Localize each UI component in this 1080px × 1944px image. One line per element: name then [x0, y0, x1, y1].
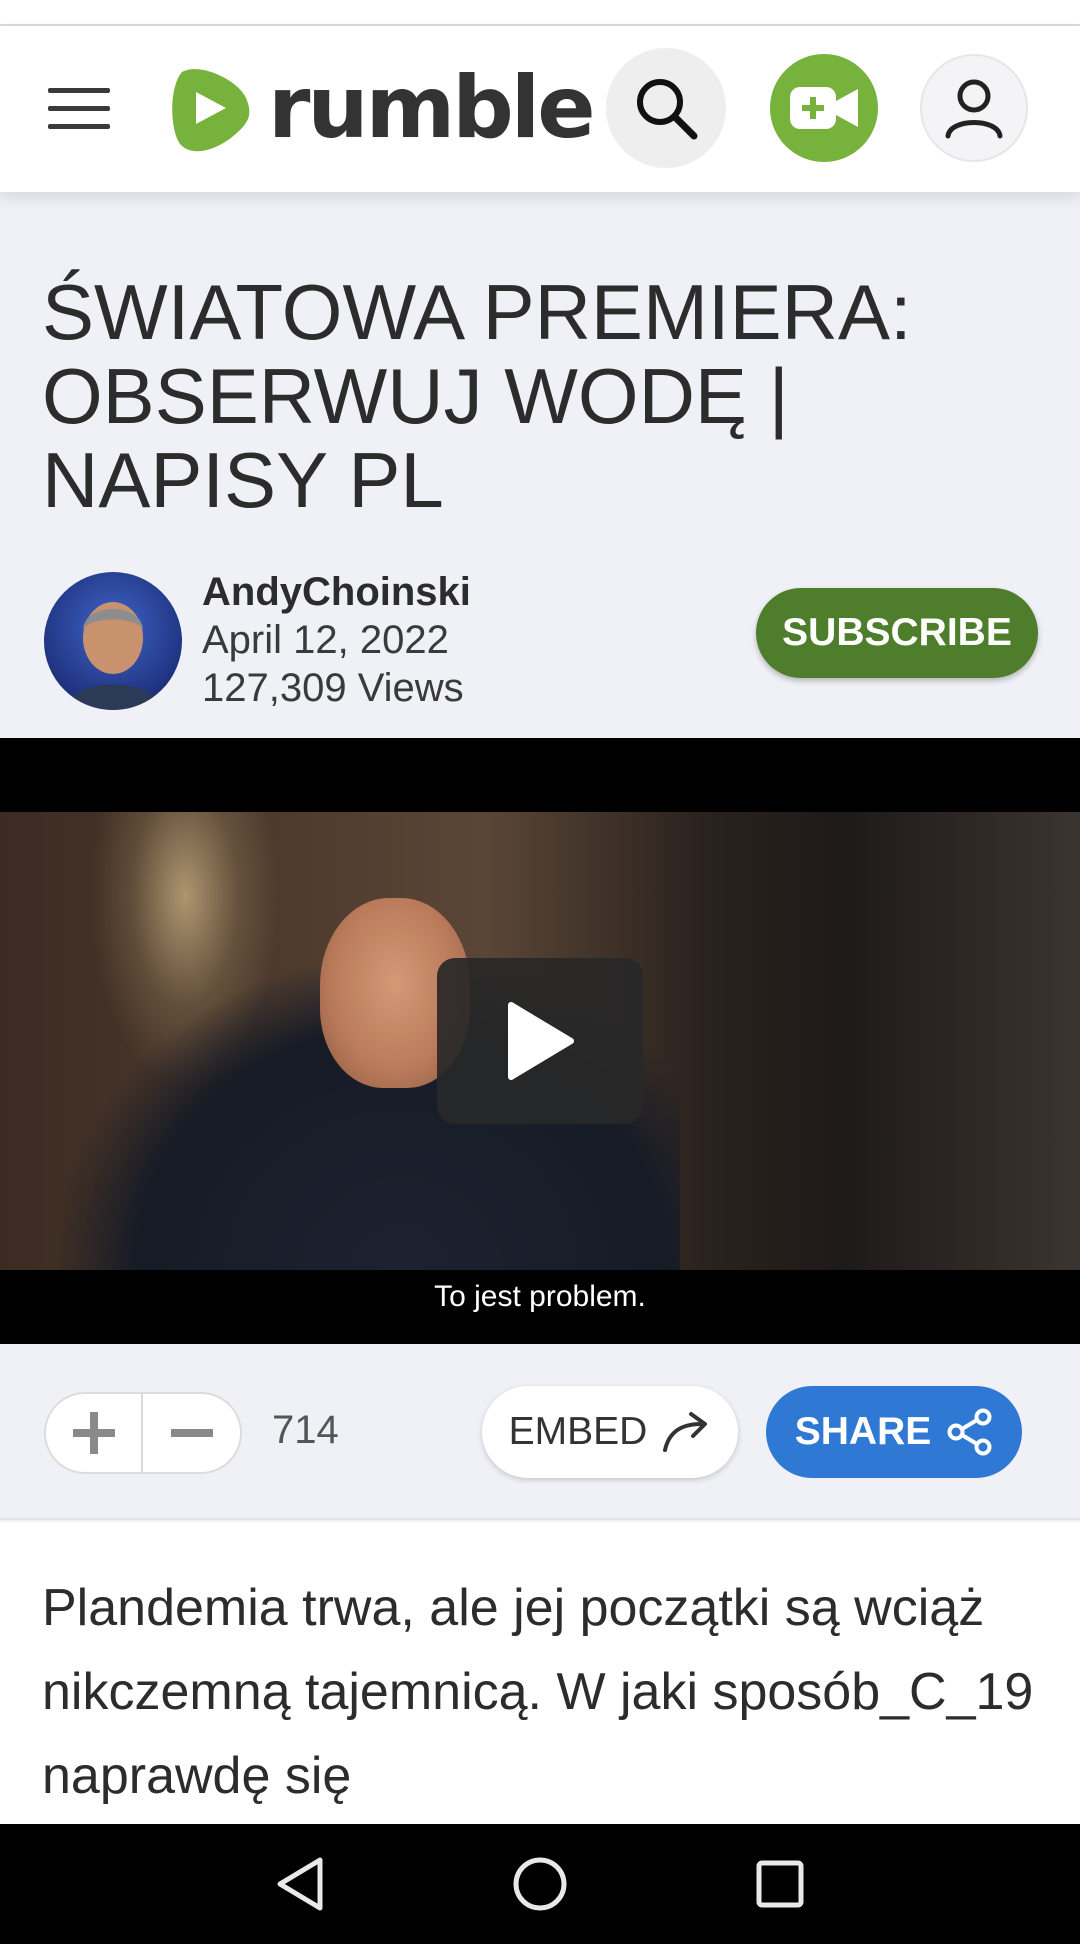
plus-icon	[72, 1412, 115, 1454]
minus-icon	[170, 1429, 213, 1437]
channel-avatar[interactable]	[44, 572, 182, 710]
vote-control	[44, 1392, 242, 1474]
home-glyph	[513, 1857, 567, 1911]
user-icon	[945, 79, 1003, 139]
video-actions-bar: 714 EMBED SHARE	[0, 1344, 1080, 1520]
top-header: rumble	[0, 26, 1080, 192]
video-description: Plandemia trwa, ale jej początki są wcią…	[0, 1522, 1080, 1824]
rumble-logo-icon	[172, 69, 250, 152]
share-label: SHARE	[794, 1410, 932, 1453]
subscribe-button[interactable]: SUBSCRIBE	[756, 588, 1038, 678]
avatar-image	[64, 602, 162, 710]
description-text: Plandemia trwa, ale jej początki są wcią…	[42, 1579, 1034, 1805]
status-bar	[0, 0, 1080, 26]
hamburger-menu-icon[interactable]	[48, 82, 112, 134]
search-button[interactable]	[606, 48, 726, 168]
video-player[interactable]: To jest problem.	[0, 738, 1080, 1344]
video-title: ŚWIATOWA PREMIERA: OBSERWUJ WODĘ | NAPIS…	[42, 268, 912, 524]
video-subtitle: To jest problem.	[434, 1280, 646, 1313]
downvote-button[interactable]	[143, 1394, 240, 1472]
share-nodes-icon	[947, 1408, 992, 1456]
system-navigation-bar	[0, 1824, 1080, 1944]
recents-square-icon[interactable]	[750, 1854, 810, 1914]
upload-video-button[interactable]	[770, 54, 878, 162]
account-button[interactable]	[920, 54, 1028, 162]
channel-name[interactable]: AndyChoinski	[202, 570, 471, 615]
share-button[interactable]: SHARE	[766, 1386, 1022, 1478]
back-glyph	[277, 1857, 323, 1911]
view-count: 127,309 Views	[202, 666, 464, 710]
recents-glyph	[756, 1860, 804, 1908]
video-camera-plus-icon	[790, 87, 858, 129]
rumble-logo[interactable]: rumble	[160, 58, 596, 158]
upvote-button[interactable]	[46, 1394, 144, 1472]
play-icon	[508, 1002, 574, 1080]
home-circle-icon[interactable]	[510, 1854, 570, 1914]
logo-text: rumble	[268, 58, 596, 158]
share-arrow-icon	[663, 1412, 708, 1452]
embed-button[interactable]: EMBED	[482, 1386, 738, 1478]
play-button[interactable]	[437, 958, 643, 1124]
upload-date: April 12, 2022	[202, 618, 449, 662]
search-icon	[637, 79, 698, 140]
back-triangle-icon[interactable]	[270, 1854, 330, 1914]
embed-label: EMBED	[508, 1410, 648, 1453]
vote-count: 714	[272, 1408, 339, 1452]
